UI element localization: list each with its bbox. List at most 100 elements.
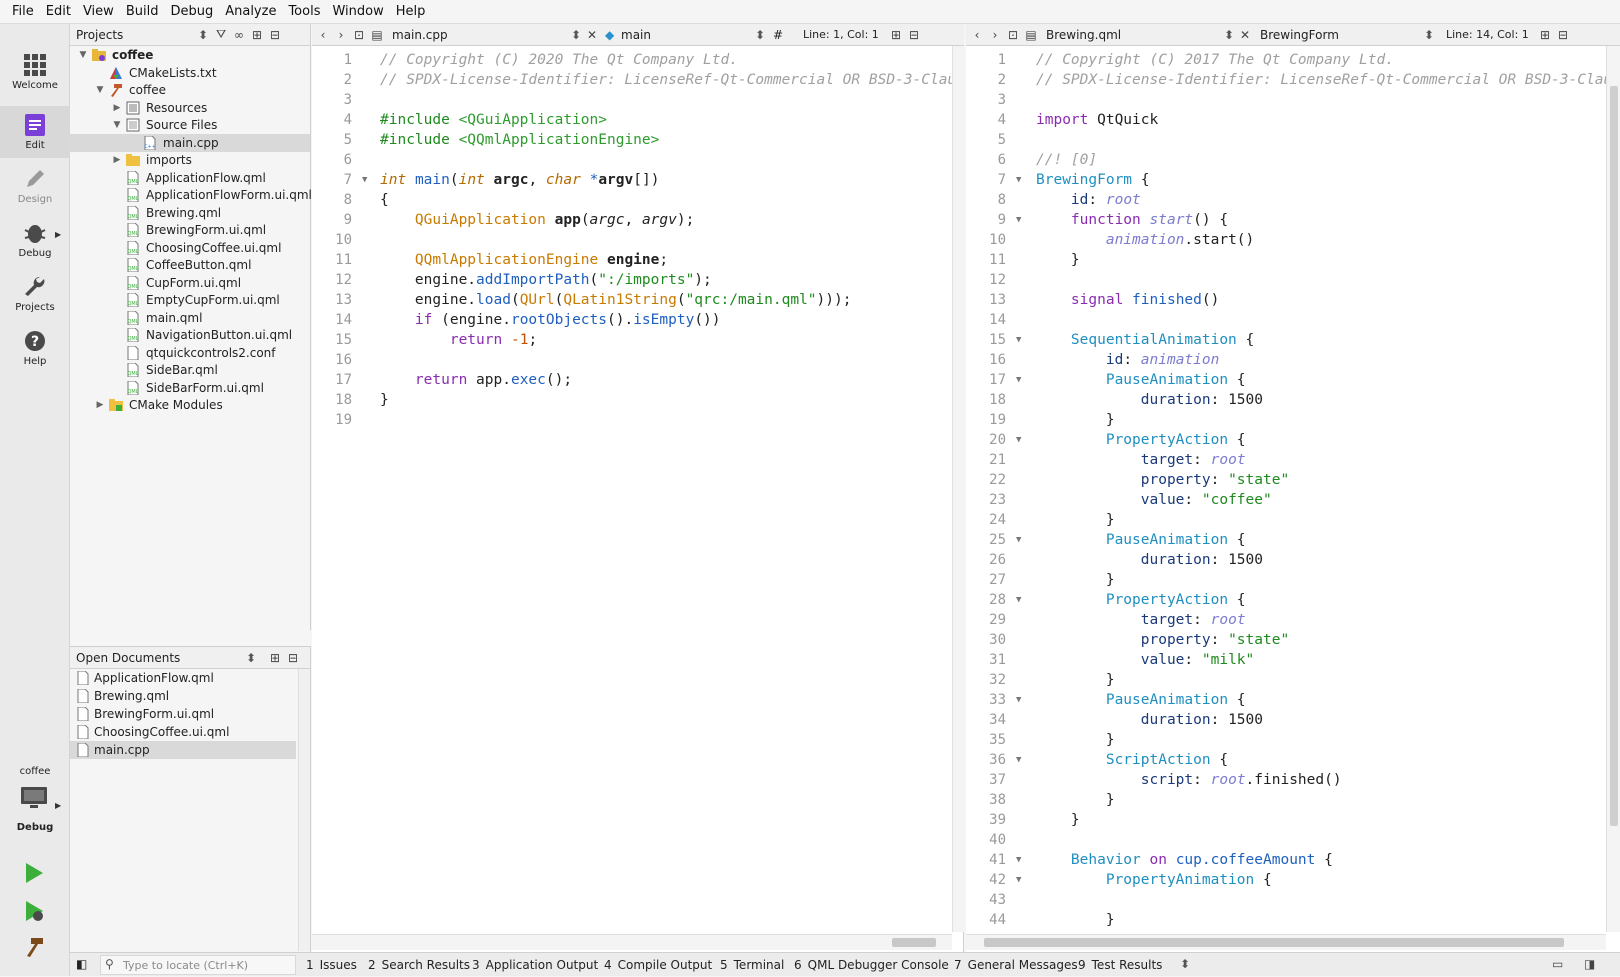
mode-help[interactable]: ? Help (0, 322, 70, 374)
menu-help[interactable]: Help (390, 4, 432, 19)
projects-view-selector[interactable]: Projects (70, 28, 198, 42)
link-icon[interactable]: ∞ (230, 28, 248, 42)
fold-marker-icon[interactable]: ▼ (1016, 750, 1021, 770)
open-document-item[interactable]: ApplicationFlow.qml (70, 669, 296, 687)
right-symbol-selector[interactable]: BrewingForm (1254, 28, 1424, 42)
split-icon[interactable]: ⊞ (887, 28, 905, 42)
scroll-thumb[interactable] (1610, 86, 1618, 826)
tree-item[interactable]: QML SideBar.qml (70, 361, 310, 379)
menu-debug[interactable]: Debug (164, 4, 219, 19)
filter-icon[interactable]: ⛛ (212, 27, 230, 42)
menu-analyze[interactable]: Analyze (219, 4, 282, 19)
hash-button[interactable]: # (769, 28, 795, 42)
fold-marker-icon[interactable]: ▼ (1016, 210, 1021, 230)
right-document-selector[interactable]: Brewing.qml (1040, 28, 1224, 42)
mode-welcome[interactable]: Welcome (0, 46, 70, 98)
mode-projects[interactable]: Projects (0, 268, 70, 320)
open-document-item[interactable]: ChoosingCoffee.ui.qml (70, 723, 296, 741)
pane-button-issues[interactable]: 1 Issues (306, 957, 357, 973)
updown-icon[interactable]: ⬍ (1180, 957, 1190, 971)
menu-tools[interactable]: Tools (282, 4, 326, 19)
fold-marker-icon[interactable]: ▼ (1016, 870, 1021, 890)
close-pane-icon[interactable]: ⊟ (284, 651, 302, 665)
kit-selector[interactable] (20, 786, 48, 813)
pane-button-general-messages[interactable]: 7 General Messages (954, 957, 1078, 973)
tree-item[interactable]: QML CoffeeButton.qml (70, 256, 310, 274)
close-document-icon[interactable]: ✕ (1236, 28, 1254, 42)
collapse-arrow-icon[interactable]: ▼ (95, 81, 105, 99)
left-vertical-scrollbar[interactable] (952, 46, 964, 932)
menu-edit[interactable]: Edit (40, 4, 77, 19)
fold-marker-icon[interactable]: ▼ (1016, 690, 1021, 710)
tree-item[interactable]: QML NavigationButton.ui.qml (70, 326, 310, 344)
tree-item[interactable]: ▶ imports (70, 151, 310, 169)
right-vertical-scrollbar[interactable] (1606, 46, 1620, 932)
mode-debug[interactable]: Debug (0, 214, 70, 266)
toggle-right-sidebar-icon[interactable]: ◨ (1584, 957, 1595, 971)
fold-marker-icon[interactable]: ▼ (362, 170, 367, 190)
fold-marker-icon[interactable]: ▼ (1016, 430, 1021, 450)
forward-icon[interactable]: › (332, 28, 350, 42)
tree-item[interactable]: QML ApplicationFlow.qml (70, 169, 310, 187)
tree-item[interactable]: QML SideBarForm.ui.qml (70, 379, 310, 397)
open-document-item[interactable]: main.cpp (70, 741, 296, 759)
forward-icon[interactable]: › (986, 28, 1004, 42)
tree-item[interactable]: QML ChoosingCoffee.ui.qml (70, 239, 310, 257)
collapse-arrow-icon[interactable]: ▼ (78, 46, 88, 64)
debug-run-button[interactable] (23, 900, 45, 925)
pane-button-terminal[interactable]: 5 Terminal (720, 957, 784, 973)
scroll-thumb[interactable] (892, 938, 936, 947)
tree-item[interactable]: QML ApplicationFlowForm.ui.qml (70, 186, 312, 204)
tree-item[interactable]: ▶ Resources (70, 99, 310, 117)
pane-button-application-output[interactable]: 3 Application Output (472, 957, 598, 973)
close-split-icon[interactable]: ⊟ (1554, 28, 1572, 42)
right-cursor-position[interactable]: Line: 14, Col: 1 (1438, 28, 1536, 41)
scroll-thumb[interactable] (984, 938, 1564, 947)
tree-item[interactable]: QML Brewing.qml (70, 204, 310, 222)
pane-button-compile-output[interactable]: 4 Compile Output (604, 957, 712, 973)
open-documents-scrollbar[interactable] (298, 669, 310, 951)
tree-item[interactable]: C++ main.cpp (70, 133, 310, 152)
back-icon[interactable]: ‹ (314, 28, 332, 42)
tree-item[interactable]: ▼ coffee (70, 46, 310, 64)
menu-window[interactable]: Window (326, 4, 389, 19)
tree-item[interactable]: QML BrewingForm.ui.qml (70, 221, 310, 239)
toggle-sidebar-icon[interactable]: ◧ (76, 957, 87, 971)
expand-arrow-icon[interactable]: ▶ (112, 99, 122, 117)
collapse-arrow-icon[interactable]: ▼ (112, 116, 122, 134)
pane-button-search-results[interactable]: 2 Search Results (368, 957, 470, 973)
tree-item[interactable]: ▼ Source Files (70, 116, 310, 134)
tree-item[interactable]: QML CupForm.ui.qml (70, 274, 310, 292)
fold-marker-icon[interactable]: ▼ (1016, 850, 1021, 870)
lock-icon[interactable]: ⊡ (1004, 28, 1022, 42)
close-split-icon[interactable]: ⊟ (905, 28, 923, 42)
back-icon[interactable]: ‹ (968, 28, 986, 42)
expand-arrow-icon[interactable]: ▶ (112, 151, 122, 169)
mode-edit[interactable]: Edit (0, 106, 70, 158)
right-code-area[interactable]: 1 // Copyright (C) 2017 The Qt Company Lt… (966, 46, 1606, 932)
tree-item[interactable]: CMakeLists.txt (70, 64, 310, 82)
split-icon[interactable]: ⊞ (248, 28, 266, 42)
pane-button-test-results[interactable]: 9 Test Results (1078, 957, 1162, 973)
tree-item[interactable]: QML main.qml (70, 309, 310, 327)
left-code-area[interactable]: 1 // Copyright (C) 2020 The Qt Company Lt… (312, 46, 952, 926)
left-document-selector[interactable]: main.cpp (386, 28, 571, 42)
left-symbol-selector[interactable]: main (615, 28, 755, 42)
tree-item[interactable]: qtquickcontrols2.conf (70, 344, 310, 362)
menu-build[interactable]: Build (120, 4, 165, 19)
fold-marker-icon[interactable]: ▼ (1016, 330, 1021, 350)
tree-item[interactable]: QML EmptyCupForm.ui.qml (70, 291, 310, 309)
progress-details-icon[interactable]: ▭ (1552, 957, 1563, 971)
pane-button-qml-debugger-console[interactable]: 6 QML Debugger Console (794, 957, 949, 973)
open-document-item[interactable]: Brewing.qml (70, 687, 296, 705)
fold-marker-icon[interactable]: ▼ (1016, 170, 1021, 190)
close-document-icon[interactable]: ✕ (583, 28, 601, 42)
fold-marker-icon[interactable]: ▼ (1016, 530, 1021, 550)
build-button[interactable] (23, 936, 45, 961)
fold-marker-icon[interactable]: ▼ (1016, 370, 1021, 390)
close-pane-icon[interactable]: ⊟ (266, 28, 284, 42)
open-documents-title[interactable]: Open Documents (70, 651, 246, 665)
tree-item[interactable]: ▼ coffee (70, 81, 310, 99)
menu-file[interactable]: File (6, 4, 40, 19)
expand-arrow-icon[interactable]: ▶ (95, 396, 105, 414)
